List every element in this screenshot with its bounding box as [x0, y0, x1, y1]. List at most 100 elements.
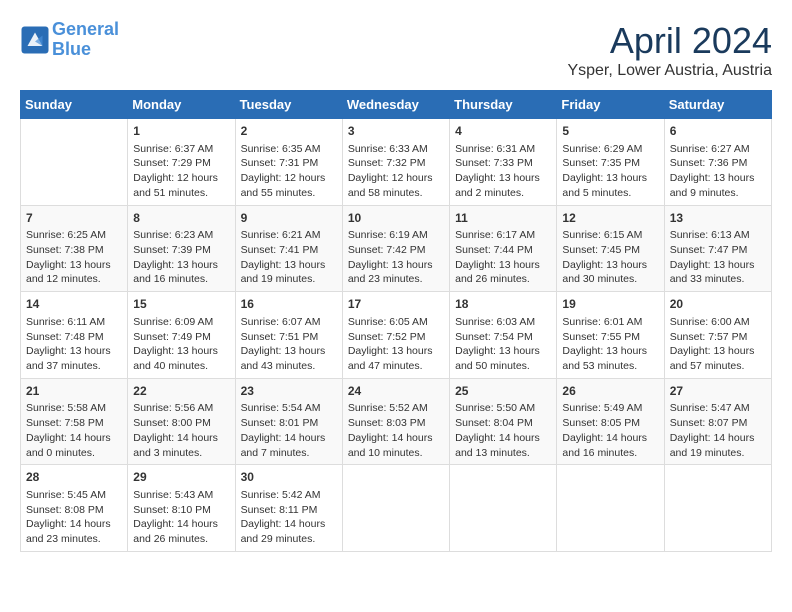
day-number: 7	[26, 210, 122, 227]
day-number: 29	[133, 469, 229, 486]
col-header-thursday: Thursday	[450, 91, 557, 119]
day-cell: 24Sunrise: 5:52 AM Sunset: 8:03 PM Dayli…	[342, 378, 449, 465]
day-number: 4	[455, 123, 551, 140]
day-info: Sunrise: 6:37 AM Sunset: 7:29 PM Dayligh…	[133, 142, 229, 201]
day-cell	[21, 119, 128, 206]
calendar-table: SundayMondayTuesdayWednesdayThursdayFrid…	[20, 90, 772, 552]
day-cell: 13Sunrise: 6:13 AM Sunset: 7:47 PM Dayli…	[664, 205, 771, 292]
col-header-saturday: Saturday	[664, 91, 771, 119]
month-title: April 2024	[567, 20, 772, 62]
day-cell: 8Sunrise: 6:23 AM Sunset: 7:39 PM Daylig…	[128, 205, 235, 292]
day-cell: 23Sunrise: 5:54 AM Sunset: 8:01 PM Dayli…	[235, 378, 342, 465]
day-info: Sunrise: 5:42 AM Sunset: 8:11 PM Dayligh…	[241, 488, 337, 547]
logo-text: General Blue	[52, 20, 119, 60]
day-info: Sunrise: 6:05 AM Sunset: 7:52 PM Dayligh…	[348, 315, 444, 374]
day-info: Sunrise: 6:27 AM Sunset: 7:36 PM Dayligh…	[670, 142, 766, 201]
day-cell: 30 Sunrise: 5:42 AM Sunset: 8:11 PM Dayli…	[235, 465, 342, 552]
day-cell: 5 Sunrise: 6:29 AM Sunset: 7:35 PM Daylig…	[557, 119, 664, 206]
day-info: Sunrise: 6:17 AM Sunset: 7:44 PM Dayligh…	[455, 228, 551, 287]
day-cell	[450, 465, 557, 552]
week-row-3: 14 Sunrise: 6:11 AM Sunset: 7:48 PM Dayli…	[21, 292, 772, 379]
day-info: Sunrise: 6:35 AM Sunset: 7:31 PM Dayligh…	[241, 142, 337, 201]
day-cell: 17 Sunrise: 6:05 AM Sunset: 7:52 PM Dayli…	[342, 292, 449, 379]
day-info: Sunrise: 6:11 AM Sunset: 7:48 PM Dayligh…	[26, 315, 122, 374]
day-info: Sunrise: 5:52 AM Sunset: 8:03 PM Dayligh…	[348, 401, 444, 460]
day-info: Sunrise: 6:09 AM Sunset: 7:49 PM Dayligh…	[133, 315, 229, 374]
day-number: 18	[455, 296, 551, 313]
day-number: 2	[241, 123, 337, 140]
day-number: 6	[670, 123, 766, 140]
day-number: 17	[348, 296, 444, 313]
col-header-wednesday: Wednesday	[342, 91, 449, 119]
day-number: 3	[348, 123, 444, 140]
day-info: Sunrise: 6:01 AM Sunset: 7:55 PM Dayligh…	[562, 315, 658, 374]
day-number: 5	[562, 123, 658, 140]
day-info: Sunrise: 5:56 AM Sunset: 8:00 PM Dayligh…	[133, 401, 229, 460]
day-number: 27	[670, 383, 766, 400]
day-info: Sunrise: 6:29 AM Sunset: 7:35 PM Dayligh…	[562, 142, 658, 201]
day-info: Sunrise: 6:21 AM Sunset: 7:41 PM Dayligh…	[241, 228, 337, 287]
week-row-5: 28 Sunrise: 5:45 AM Sunset: 8:08 PM Dayli…	[21, 465, 772, 552]
day-cell: 2 Sunrise: 6:35 AM Sunset: 7:31 PM Daylig…	[235, 119, 342, 206]
day-info: Sunrise: 6:00 AM Sunset: 7:57 PM Dayligh…	[670, 315, 766, 374]
day-number: 28	[26, 469, 122, 486]
day-number: 13	[670, 210, 766, 227]
day-info: Sunrise: 6:07 AM Sunset: 7:51 PM Dayligh…	[241, 315, 337, 374]
day-cell: 1 Sunrise: 6:37 AM Sunset: 7:29 PM Daylig…	[128, 119, 235, 206]
day-info: Sunrise: 5:58 AM Sunset: 7:58 PM Dayligh…	[26, 401, 122, 460]
day-info: Sunrise: 6:15 AM Sunset: 7:45 PM Dayligh…	[562, 228, 658, 287]
day-number: 12	[562, 210, 658, 227]
day-number: 25	[455, 383, 551, 400]
week-row-4: 21Sunrise: 5:58 AM Sunset: 7:58 PM Dayli…	[21, 378, 772, 465]
day-info: Sunrise: 5:47 AM Sunset: 8:07 PM Dayligh…	[670, 401, 766, 460]
day-number: 30	[241, 469, 337, 486]
day-number: 21	[26, 383, 122, 400]
day-cell: 4 Sunrise: 6:31 AM Sunset: 7:33 PM Daylig…	[450, 119, 557, 206]
day-info: Sunrise: 6:31 AM Sunset: 7:33 PM Dayligh…	[455, 142, 551, 201]
day-cell: 6 Sunrise: 6:27 AM Sunset: 7:36 PM Daylig…	[664, 119, 771, 206]
day-number: 19	[562, 296, 658, 313]
day-cell: 3 Sunrise: 6:33 AM Sunset: 7:32 PM Daylig…	[342, 119, 449, 206]
day-number: 9	[241, 210, 337, 227]
day-number: 15	[133, 296, 229, 313]
col-header-tuesday: Tuesday	[235, 91, 342, 119]
day-info: Sunrise: 5:45 AM Sunset: 8:08 PM Dayligh…	[26, 488, 122, 547]
day-cell: 16Sunrise: 6:07 AM Sunset: 7:51 PM Dayli…	[235, 292, 342, 379]
day-number: 26	[562, 383, 658, 400]
day-cell: 21Sunrise: 5:58 AM Sunset: 7:58 PM Dayli…	[21, 378, 128, 465]
day-cell: 12Sunrise: 6:15 AM Sunset: 7:45 PM Dayli…	[557, 205, 664, 292]
day-number: 23	[241, 383, 337, 400]
day-cell: 11Sunrise: 6:17 AM Sunset: 7:44 PM Dayli…	[450, 205, 557, 292]
week-row-2: 7Sunrise: 6:25 AM Sunset: 7:38 PM Daylig…	[21, 205, 772, 292]
title-area: April 2024 Ysper, Lower Austria, Austria	[567, 20, 772, 80]
day-info: Sunrise: 6:25 AM Sunset: 7:38 PM Dayligh…	[26, 228, 122, 287]
logo: General Blue	[20, 20, 119, 60]
day-info: Sunrise: 5:50 AM Sunset: 8:04 PM Dayligh…	[455, 401, 551, 460]
day-number: 1	[133, 123, 229, 140]
day-info: Sunrise: 6:03 AM Sunset: 7:54 PM Dayligh…	[455, 315, 551, 374]
day-cell: 20Sunrise: 6:00 AM Sunset: 7:57 PM Dayli…	[664, 292, 771, 379]
day-number: 22	[133, 383, 229, 400]
col-header-monday: Monday	[128, 91, 235, 119]
day-info: Sunrise: 5:49 AM Sunset: 8:05 PM Dayligh…	[562, 401, 658, 460]
day-cell	[342, 465, 449, 552]
day-cell: 19 Sunrise: 6:01 AM Sunset: 7:55 PM Dayli…	[557, 292, 664, 379]
day-info: Sunrise: 6:23 AM Sunset: 7:39 PM Dayligh…	[133, 228, 229, 287]
col-header-sunday: Sunday	[21, 91, 128, 119]
day-cell	[557, 465, 664, 552]
day-cell: 25Sunrise: 5:50 AM Sunset: 8:04 PM Dayli…	[450, 378, 557, 465]
logo-icon	[20, 25, 50, 55]
day-info: Sunrise: 6:13 AM Sunset: 7:47 PM Dayligh…	[670, 228, 766, 287]
day-info: Sunrise: 6:19 AM Sunset: 7:42 PM Dayligh…	[348, 228, 444, 287]
calendar-header-row: SundayMondayTuesdayWednesdayThursdayFrid…	[21, 91, 772, 119]
col-header-friday: Friday	[557, 91, 664, 119]
day-info: Sunrise: 6:33 AM Sunset: 7:32 PM Dayligh…	[348, 142, 444, 201]
day-cell: 7Sunrise: 6:25 AM Sunset: 7:38 PM Daylig…	[21, 205, 128, 292]
day-cell: 22Sunrise: 5:56 AM Sunset: 8:00 PM Dayli…	[128, 378, 235, 465]
page-header: General Blue April 2024 Ysper, Lower Aus…	[20, 20, 772, 80]
day-cell: 18 Sunrise: 6:03 AM Sunset: 7:54 PM Dayli…	[450, 292, 557, 379]
day-number: 11	[455, 210, 551, 227]
day-cell: 15 Sunrise: 6:09 AM Sunset: 7:49 PM Dayli…	[128, 292, 235, 379]
day-number: 24	[348, 383, 444, 400]
day-number: 14	[26, 296, 122, 313]
